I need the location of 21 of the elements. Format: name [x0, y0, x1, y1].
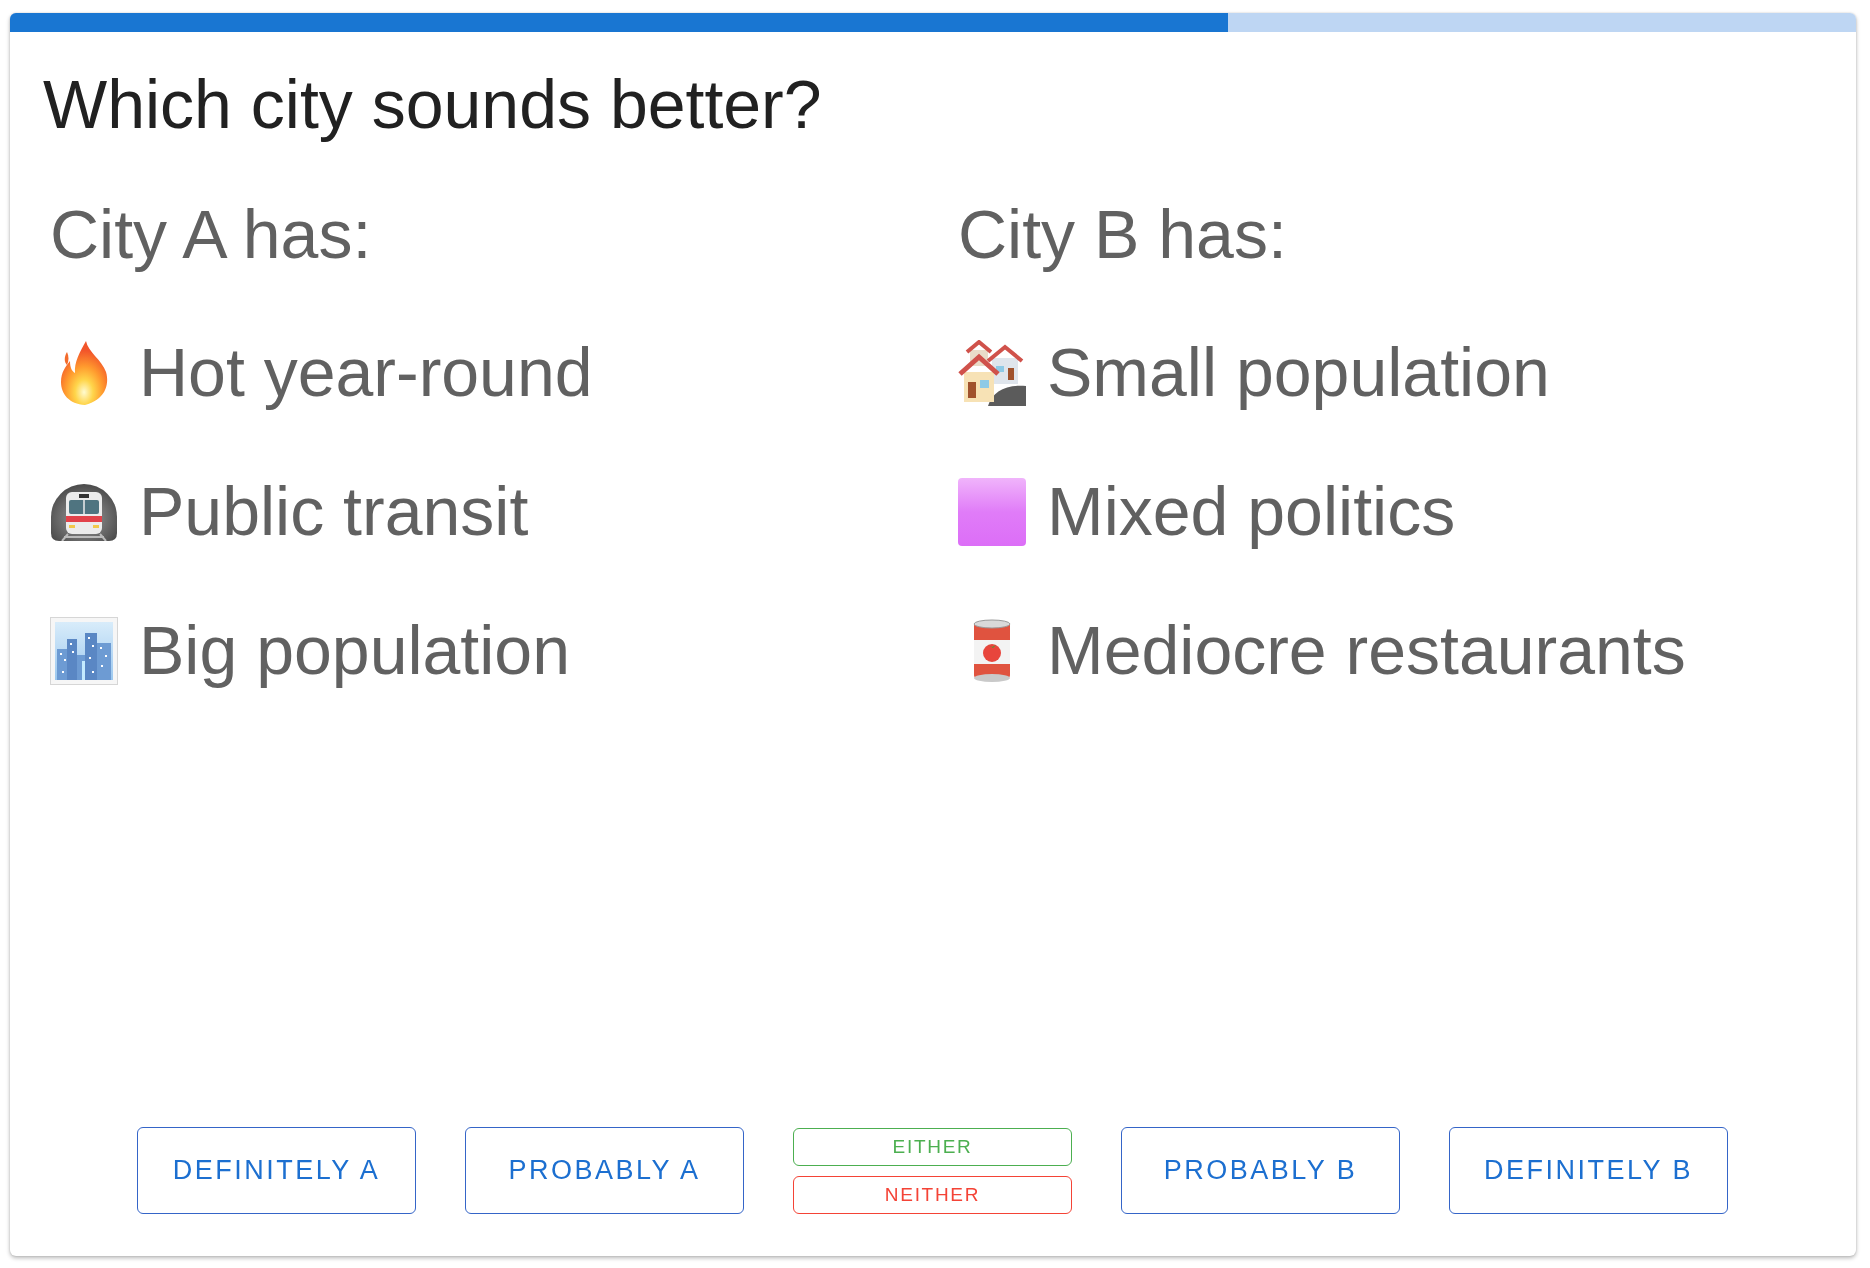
answer-button[interactable]: PROBABLY B: [1121, 1127, 1400, 1214]
answer-button[interactable]: DEFINITELY B: [1449, 1127, 1728, 1214]
fire-icon: [58, 340, 110, 407]
trait-label: Small population: [1047, 333, 1550, 413]
city-skyline-icon: [50, 617, 118, 686]
question-title: Which city sounds better?: [43, 65, 823, 144]
square-icon: [958, 478, 1026, 547]
trait-label: Public transit: [139, 472, 529, 552]
trait-label: Mediocre restaurants: [1047, 611, 1686, 691]
can-icon: [972, 619, 1012, 684]
answer-button[interactable]: DEFINITELY A: [137, 1127, 416, 1214]
answer-button[interactable]: EITHER: [793, 1127, 1072, 1166]
city-heading: City A has:: [50, 194, 373, 274]
city-heading: City B has:: [958, 194, 1288, 274]
answer-button[interactable]: PROBABLY A: [465, 1127, 744, 1214]
answer-button[interactable]: NEITHER: [793, 1175, 1072, 1214]
trait-label: Hot year-round: [139, 333, 593, 413]
houses-icon: [958, 340, 1026, 407]
trait-label: Big population: [139, 611, 570, 691]
train-icon: [50, 483, 118, 542]
trait-label: Mixed politics: [1047, 472, 1456, 552]
